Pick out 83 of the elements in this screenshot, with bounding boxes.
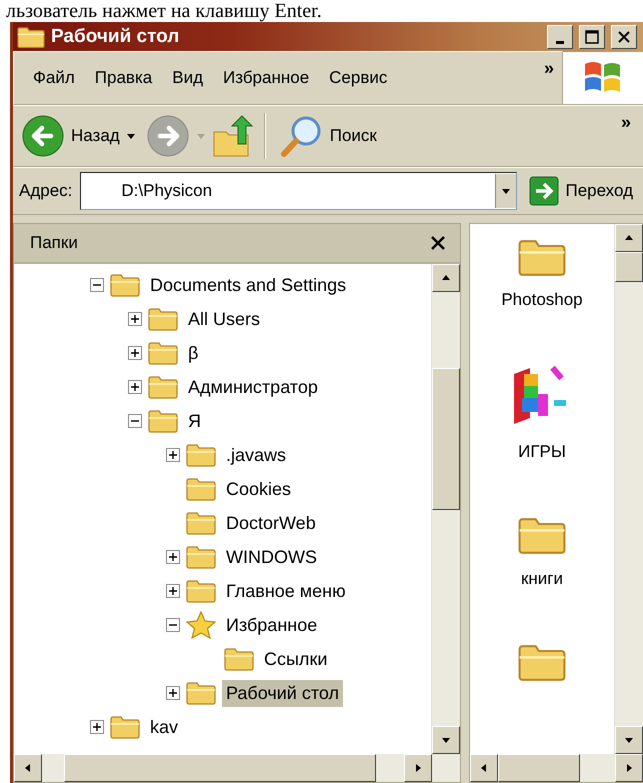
- up-arrow-icon[interactable]: [441, 273, 451, 283]
- maximize-button[interactable]: [579, 25, 605, 49]
- address-label: Адрес:: [19, 181, 72, 201]
- horizontal-scrollbar[interactable]: [14, 754, 460, 782]
- back-button[interactable]: Назад: [17, 112, 140, 160]
- folder-icon: [186, 511, 216, 535]
- tree-item[interactable]: Ссылки: [260, 646, 332, 672]
- down-arrow-icon[interactable]: [126, 131, 136, 141]
- folder-icon: [148, 375, 178, 399]
- scroll-thumb[interactable]: [498, 754, 580, 782]
- up-folder-icon[interactable]: [212, 114, 254, 158]
- folder-icon: [518, 642, 566, 682]
- minimize-icon: [556, 40, 564, 44]
- tree-item[interactable]: Cookies: [222, 476, 296, 502]
- menu-item[interactable]: Избранное: [214, 64, 318, 92]
- folder-icon: [110, 715, 140, 739]
- pane-title: Папки: [30, 233, 78, 253]
- folder-icon: [148, 341, 178, 365]
- vertical-scrollbar[interactable]: [614, 224, 643, 754]
- star-icon: [186, 611, 216, 639]
- folder-icon: [518, 516, 566, 555]
- plus-icon[interactable]: [169, 689, 177, 697]
- plus-icon[interactable]: [169, 451, 177, 459]
- tree-item[interactable]: WINDOWS: [222, 544, 321, 570]
- menu-item[interactable]: Сервис: [320, 64, 396, 92]
- file-name[interactable]: ИГРЫ: [518, 442, 566, 462]
- scroll-thumb[interactable]: [615, 252, 643, 282]
- tree-item[interactable]: Рабочий стол: [222, 680, 343, 706]
- plus-icon[interactable]: [93, 723, 101, 731]
- tree-item[interactable]: β: [184, 340, 202, 366]
- tree-item[interactable]: kav: [146, 714, 182, 740]
- tree-item[interactable]: Главное меню: [222, 578, 350, 604]
- tree-item[interactable]: Я: [184, 408, 205, 434]
- folder-icon: [17, 26, 45, 48]
- down-arrow-icon[interactable]: [501, 186, 512, 196]
- close-icon: [617, 30, 631, 44]
- plus-icon[interactable]: [131, 349, 139, 357]
- folder-icon: [148, 307, 178, 331]
- up-arrow-icon[interactable]: [624, 233, 634, 243]
- tree-item[interactable]: Documents and Settings: [146, 272, 350, 298]
- down-arrow-icon[interactable]: [441, 735, 451, 745]
- plus-icon[interactable]: [169, 553, 177, 561]
- left-arrow-icon[interactable]: [479, 763, 489, 773]
- search-button[interactable]: Поиск: [276, 112, 381, 160]
- plus-icon[interactable]: [169, 587, 177, 595]
- minimize-button[interactable]: [547, 25, 573, 49]
- file-name[interactable]: книги: [520, 568, 564, 589]
- maximize-icon: [585, 30, 599, 44]
- close-icon[interactable]: [430, 235, 446, 251]
- close-button[interactable]: [611, 25, 637, 49]
- folder-icon: [186, 545, 216, 569]
- folder-icon: [186, 443, 216, 467]
- file-name[interactable]: Photoshop: [501, 290, 583, 310]
- horizontal-scrollbar[interactable]: [470, 754, 643, 782]
- folder-icon: [110, 273, 140, 297]
- folder-icon: [186, 477, 216, 501]
- toolbar-overflow-chevron[interactable]: »: [616, 112, 639, 133]
- right-arrow-icon[interactable]: [624, 763, 634, 773]
- tree-item[interactable]: DoctorWeb: [222, 510, 320, 536]
- folder-icon: [224, 647, 254, 671]
- folder-icon: [186, 681, 216, 705]
- scroll-thumb[interactable]: [64, 754, 376, 782]
- menu-overflow-chevron[interactable]: »: [540, 58, 562, 79]
- window-title: Рабочий стол: [51, 26, 180, 48]
- tree-item[interactable]: All Users: [184, 306, 264, 332]
- document-text: льзователь нажмет на клавишу Enter.: [5, 0, 323, 22]
- vertical-scrollbar[interactable]: [431, 264, 460, 754]
- go-button[interactable]: Переход: [525, 174, 637, 208]
- scroll-thumb[interactable]: [432, 368, 460, 510]
- left-arrow-icon[interactable]: [23, 763, 33, 773]
- folder-icon: [518, 238, 566, 276]
- plus-icon[interactable]: [131, 383, 139, 391]
- plus-icon[interactable]: [131, 315, 139, 323]
- menu-item[interactable]: Вид: [163, 64, 212, 92]
- tree-item[interactable]: .javaws: [222, 442, 290, 468]
- right-arrow-icon[interactable]: [413, 763, 423, 773]
- tree-item[interactable]: Избранное: [222, 612, 322, 638]
- tree-item[interactable]: Администратор: [184, 374, 322, 400]
- folder-icon: [148, 409, 178, 433]
- down-arrow-icon[interactable]: [624, 735, 634, 745]
- menu-item[interactable]: Правка: [86, 64, 162, 92]
- menu-item[interactable]: Файл: [24, 64, 84, 92]
- folder-icon: [186, 579, 216, 603]
